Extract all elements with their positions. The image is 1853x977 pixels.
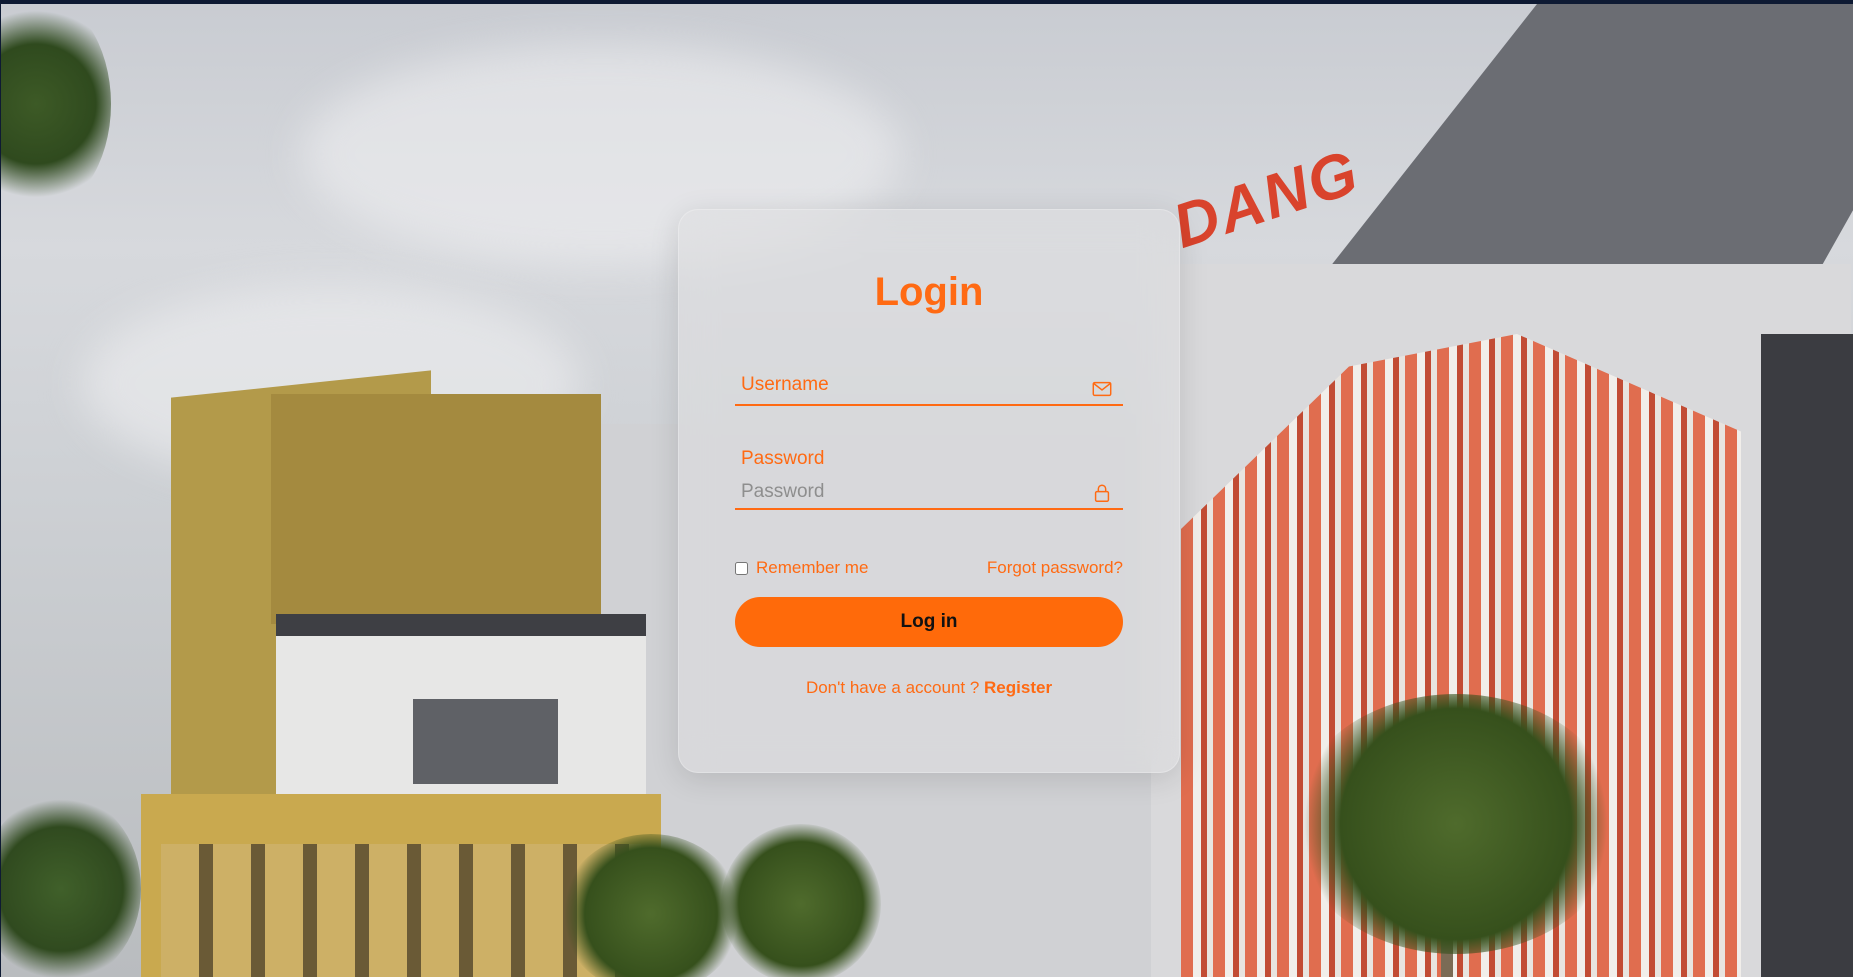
login-card: Login Username Password Remember me Forg… [678,209,1180,773]
lock-icon [1094,484,1110,502]
building-facade [271,394,601,624]
building-sign: DANG [1165,137,1368,262]
palm-tree [1291,694,1621,954]
password-field: Password [735,436,1123,510]
palm-tree [721,824,881,977]
building-column [1761,334,1853,977]
register-link[interactable]: Register [984,678,1052,697]
building-window [413,699,558,784]
remember-me-label: Remember me [756,558,869,577]
password-input[interactable] [739,478,1083,506]
register-prompt: Don't have a account ? [805,678,985,697]
forgot-password-link[interactable]: Forgot password? [987,558,1123,578]
tree [1,4,111,214]
username-label: Username [741,374,829,395]
register-row: Don't have a account ? Register [679,678,1179,698]
envelope-icon [1092,381,1112,397]
username-field[interactable]: Username [735,360,1123,406]
shrub [1,794,141,977]
login-button[interactable]: Log in [735,597,1123,647]
remember-me[interactable]: Remember me [735,558,868,578]
remember-me-checkbox[interactable] [735,561,748,575]
login-title: Login [874,270,984,314]
password-label: Password [741,448,825,469]
